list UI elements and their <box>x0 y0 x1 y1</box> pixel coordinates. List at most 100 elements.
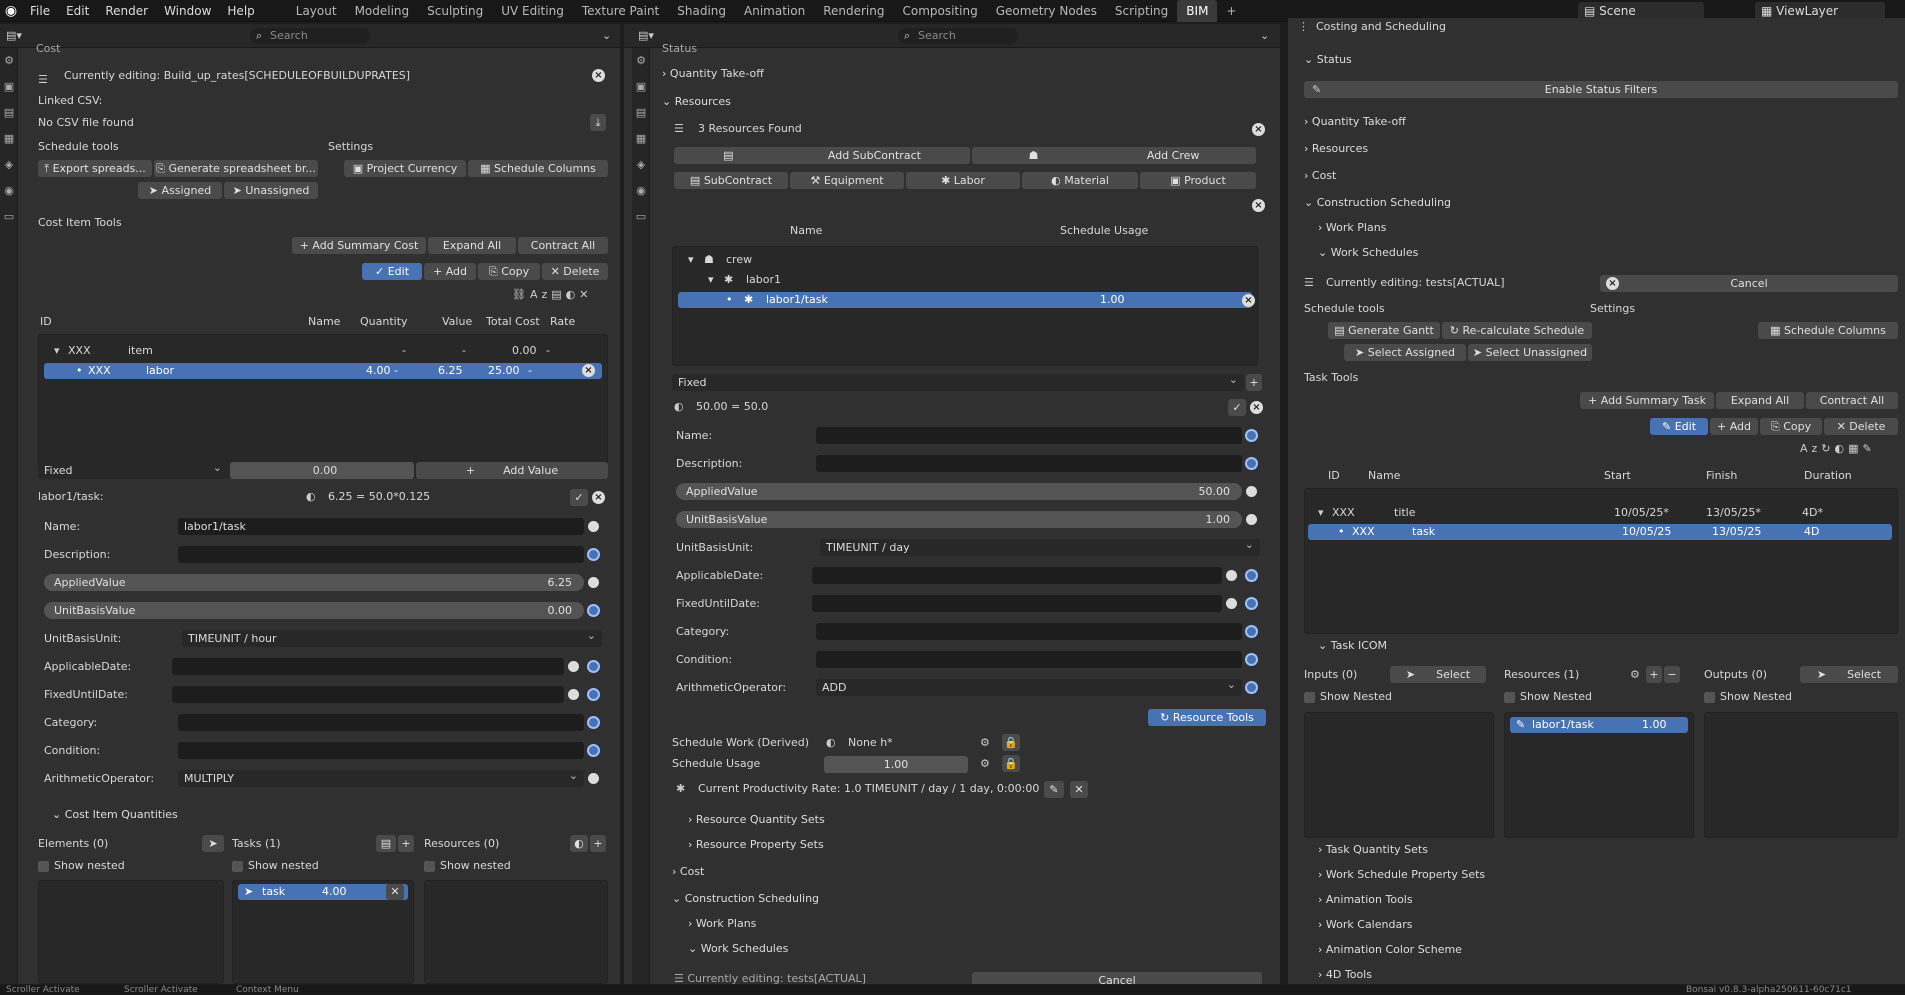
cost-section-header[interactable]: Cost <box>36 42 60 55</box>
add-task-icon[interactable]: + <box>398 835 414 852</box>
lock-icon[interactable]: 🔒 <box>1002 755 1020 772</box>
schedule-columns-button[interactable]: ▦ Schedule Columns <box>468 160 608 177</box>
blender-logo-icon[interactable]: ◉ <box>0 0 22 22</box>
select-outputs-button[interactable]: ➤ Select <box>1800 666 1898 683</box>
image-icon[interactable]: ▦ <box>632 132 650 152</box>
applicable-toggle-icon[interactable] <box>1245 569 1258 582</box>
tab-sculpting[interactable]: Sculpting <box>418 0 492 22</box>
description-field[interactable] <box>816 455 1242 472</box>
name-toggle-icon[interactable] <box>588 521 599 532</box>
tab-texture-paint[interactable]: Texture Paint <box>573 0 668 22</box>
show-nested-resources-checkbox[interactable] <box>1504 692 1515 703</box>
arith-dropdown[interactable]: ADD <box>816 676 1242 696</box>
cancel-x-icon[interactable]: × <box>1250 401 1263 414</box>
arith-toggle-icon[interactable] <box>1245 681 1258 694</box>
fixed-until-toggle-icon[interactable] <box>1245 597 1258 610</box>
unit-basis-value-slider[interactable]: UnitBasisValue 0.00 <box>44 602 584 619</box>
cost-section[interactable]: › Cost <box>672 865 704 878</box>
tab-rendering[interactable]: Rendering <box>814 0 893 22</box>
project-currency-button[interactable]: ▣ Project Currency <box>344 160 466 177</box>
applicable-date-field[interactable] <box>812 567 1222 584</box>
cost-section[interactable]: › Cost <box>1304 169 1336 182</box>
chevron-down-icon[interactable]: ⌄ <box>1260 29 1269 42</box>
value-type-dropdown[interactable]: Fixed <box>672 371 1244 391</box>
tab-layout[interactable]: Layout <box>287 0 346 22</box>
show-nested-outputs-checkbox[interactable] <box>1704 692 1715 703</box>
applied-value-slider[interactable]: AppliedValue 50.00 <box>676 483 1242 500</box>
task-icom-section[interactable]: ⌄ Task ICOM <box>1318 639 1387 652</box>
settings-icon[interactable]: ⚙ <box>1630 668 1640 681</box>
camera-icon[interactable]: ▣ <box>0 80 18 100</box>
name-field[interactable]: labor1/task <box>178 518 584 535</box>
world-icon[interactable]: ◉ <box>632 184 650 204</box>
add-value-icon[interactable]: + <box>1246 374 1262 391</box>
menu-help[interactable]: Help <box>219 0 262 22</box>
subcontract-type-button[interactable]: ▤ SubContract <box>674 172 788 189</box>
edit-cost-button[interactable]: ✓ Edit <box>362 263 422 280</box>
tab-uv-editing[interactable]: UV Editing <box>492 0 573 22</box>
menu-file[interactable]: File <box>22 0 58 22</box>
labor-type-button[interactable]: ✱ Labor <box>906 172 1020 189</box>
name-toggle-icon[interactable] <box>1245 429 1258 442</box>
unit-basis-value-slider[interactable]: UnitBasisValue 1.00 <box>676 511 1242 528</box>
resource-property-sets-section[interactable]: › Resource Property Sets <box>688 838 824 851</box>
work-plans-section[interactable]: › Work Plans <box>1318 221 1386 234</box>
condition-toggle-icon[interactable] <box>1245 653 1258 666</box>
select-unassigned-button[interactable]: ➤ Select Unassigned <box>1468 344 1592 361</box>
material-type-button[interactable]: ◐ Material <box>1022 172 1138 189</box>
resources-section[interactable]: › Resources <box>1304 142 1368 155</box>
delete-task-button[interactable]: ✕ Delete <box>1824 418 1898 435</box>
status-section[interactable]: Status <box>662 42 697 55</box>
qto-section[interactable]: › Quantity Take-off <box>662 67 764 80</box>
recalculate-schedule-button[interactable]: ↻ Re-calculate Schedule <box>1442 322 1592 339</box>
task-quantity-sets-section[interactable]: › Task Quantity Sets <box>1318 843 1428 856</box>
product-type-button[interactable]: ▣ Product <box>1140 172 1256 189</box>
generate-spreadsheet-button[interactable]: ⎘ Generate spreadsheet br... <box>154 160 318 177</box>
scene-icon[interactable]: ◈ <box>0 158 18 178</box>
condition-field[interactable] <box>816 651 1242 668</box>
inputs-list[interactable] <box>1304 712 1494 838</box>
enable-status-filters-button[interactable]: Enable Status Filters <box>1304 81 1898 98</box>
category-toggle-icon[interactable] <box>587 716 600 729</box>
fixed-until-field[interactable] <box>172 686 564 703</box>
clear-type-icon[interactable]: × <box>1252 199 1265 212</box>
applied-value-slider[interactable]: AppliedValue 6.25 <box>44 574 584 591</box>
collection-icon[interactable]: ▭ <box>0 210 18 230</box>
work-plans-section[interactable]: › Work Plans <box>688 917 756 930</box>
applicable-date-field[interactable] <box>172 658 564 675</box>
close-resources-icon[interactable]: × <box>1252 123 1265 136</box>
chevron-down-icon[interactable]: ⌄ <box>602 29 611 42</box>
editor-type-icon[interactable]: ▤▾ <box>6 29 22 42</box>
work-schedule-psets-section[interactable]: › Work Schedule Property Sets <box>1318 868 1485 881</box>
add-value-button[interactable]: + Add Value <box>416 462 608 479</box>
menu-render[interactable]: Render <box>97 0 156 22</box>
fixed-until-toggle-icon[interactable] <box>587 688 600 701</box>
world-icon[interactable]: ◉ <box>0 184 18 204</box>
expand-arrow-icon[interactable]: ▾ <box>54 344 60 357</box>
add-crew-button[interactable]: ☗ Add Crew <box>972 147 1256 164</box>
fixed-until-field[interactable] <box>812 595 1222 612</box>
qto-section[interactable]: › Quantity Take-off <box>1304 115 1406 128</box>
select-inputs-button[interactable]: ➤ Select <box>1390 666 1486 683</box>
schedule-usage-field[interactable]: 1.00 <box>824 756 968 773</box>
tab-compositing[interactable]: Compositing <box>893 0 986 22</box>
export-spreadsheet-button[interactable]: ⤒ Export spreads... <box>38 160 152 177</box>
show-nested-inputs-checkbox[interactable] <box>1304 692 1315 703</box>
category-field[interactable] <box>178 714 584 731</box>
description-toggle-icon[interactable] <box>1245 457 1258 470</box>
cost-item-quantities-header[interactable]: ⌄ Cost Item Quantities <box>52 808 178 821</box>
select-assigned-button[interactable]: ➤ Select Assigned <box>1344 344 1466 361</box>
description-toggle-icon[interactable] <box>587 548 600 561</box>
condition-toggle-icon[interactable] <box>587 744 600 757</box>
cancel-x-icon[interactable]: × <box>592 491 605 504</box>
tab-scripting[interactable]: Scripting <box>1106 0 1177 22</box>
construction-scheduling-section[interactable]: ⌄ Construction Scheduling <box>1304 196 1451 209</box>
close-editing-icon[interactable]: × <box>592 69 605 82</box>
work-calendars-section[interactable]: › Work Calendars <box>1318 918 1412 931</box>
applied-toggle-icon[interactable] <box>1246 486 1257 497</box>
confirm-check-icon[interactable]: ✓ <box>570 489 588 506</box>
gear-icon[interactable]: ⚙ <box>980 757 990 770</box>
show-nested-resources-checkbox[interactable] <box>424 861 435 872</box>
work-schedules-section[interactable]: ⌄ Work Schedules <box>1318 246 1418 259</box>
confirm-check-icon[interactable]: ✓ <box>1228 399 1246 416</box>
